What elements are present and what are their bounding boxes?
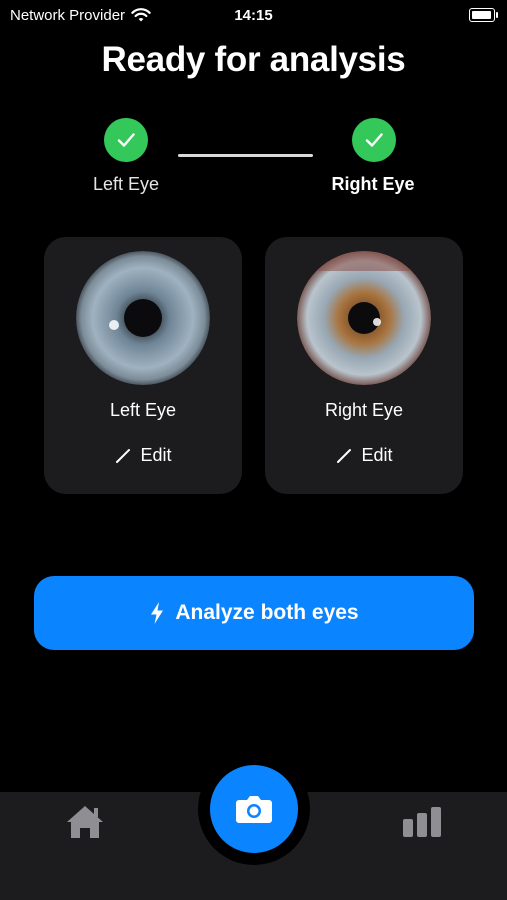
left-eye-edit-button[interactable]: Edit: [44, 445, 242, 466]
right-eye-label: Right Eye: [324, 400, 404, 420]
camera-icon: [236, 796, 272, 823]
analyze-both-eyes-button[interactable]: Analyze both eyes: [34, 576, 474, 650]
home-icon: [67, 806, 103, 838]
analyze-button-label: Analyze both eyes: [175, 601, 359, 624]
pencil-icon: [337, 448, 352, 463]
right-eye-check-icon: [352, 118, 396, 162]
pencil-icon: [116, 448, 131, 463]
left-eye-label: Left Eye: [109, 400, 177, 420]
right-eye-edit-button[interactable]: Edit: [265, 445, 463, 466]
bar-chart-icon: [403, 807, 441, 837]
tab-home[interactable]: [64, 803, 106, 846]
right-eye-image: [297, 251, 431, 385]
step-label-left: Left Eye: [92, 174, 160, 194]
tab-stats[interactable]: [401, 805, 443, 844]
left-eye-image: [76, 251, 210, 385]
left-eye-edit-label: Edit: [140, 445, 172, 465]
status-time: 14:15: [234, 7, 273, 24]
status-bar: Network Provider 14:15: [0, 0, 507, 30]
left-eye-check-icon: [104, 118, 148, 162]
right-eye-card[interactable]: Right Eye Edit: [265, 237, 463, 494]
bolt-icon: [151, 602, 164, 624]
step-label-right: Right Eye: [331, 174, 415, 194]
battery-icon: [469, 8, 498, 22]
page-title: Ready for analysis: [101, 40, 406, 79]
right-eye-edit-label: Edit: [361, 445, 393, 465]
tab-camera-button[interactable]: [210, 765, 298, 853]
step-connector: [178, 154, 313, 157]
left-eye-card[interactable]: Left Eye Edit: [44, 237, 242, 494]
